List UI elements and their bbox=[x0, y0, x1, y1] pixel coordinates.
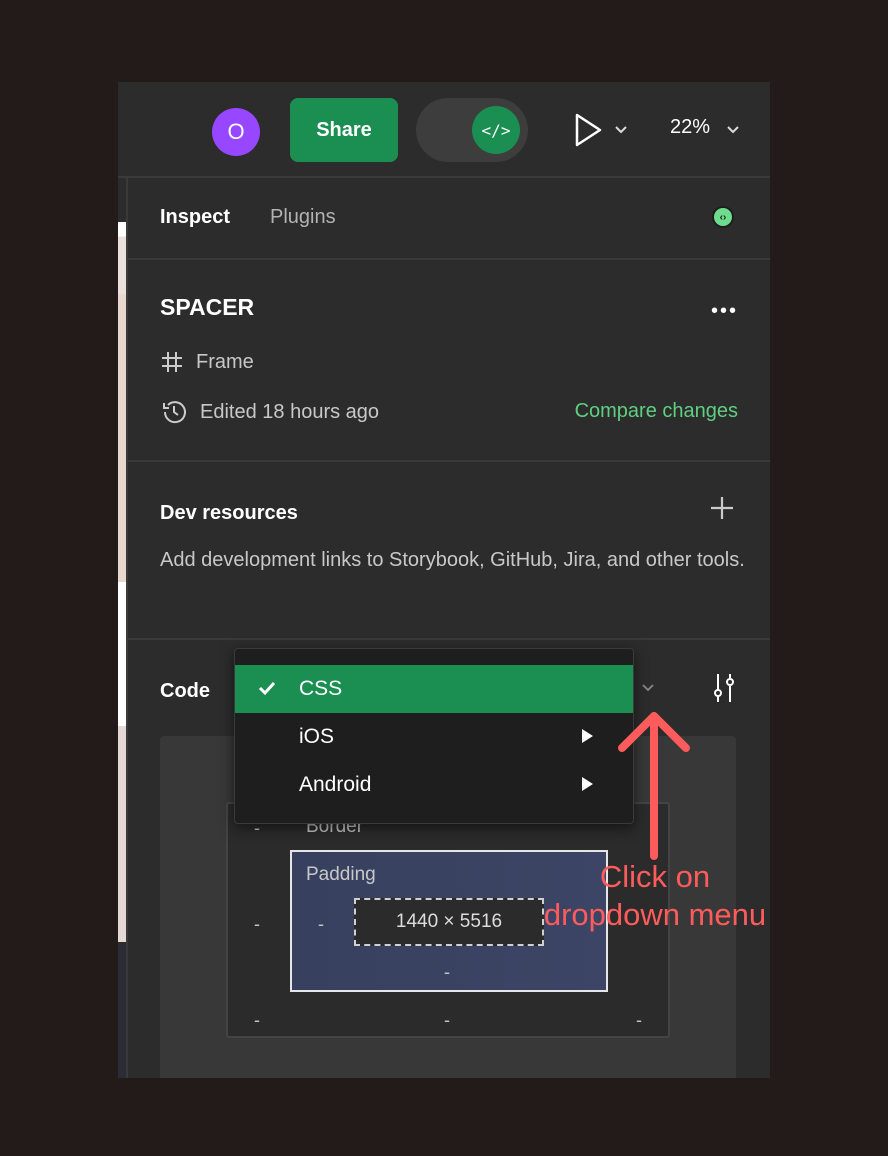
plus-icon[interactable] bbox=[710, 496, 734, 520]
dev-status-icon[interactable]: ‹› bbox=[712, 206, 734, 228]
padding-label: Padding bbox=[306, 864, 376, 885]
content-box: 1440 × 5516 bbox=[354, 898, 544, 946]
layer-name: SPACER bbox=[160, 294, 255, 320]
code-title: Code bbox=[160, 680, 210, 702]
canvas-preview bbox=[118, 222, 126, 942]
layer-section: SPACER ••• Frame Edited 18 hours ago Com… bbox=[128, 260, 770, 462]
compare-changes-link[interactable]: Compare changes bbox=[575, 400, 738, 423]
dev-mode-toggle[interactable]: </> bbox=[416, 98, 528, 162]
edited-label: Edited 18 hours ago bbox=[200, 400, 380, 423]
panel-tabs: Inspect Plugins ‹› bbox=[128, 178, 770, 260]
padding-left-value: - bbox=[318, 914, 324, 934]
top-toolbar: O Share </> 22% bbox=[118, 82, 770, 178]
avatar-initial: O bbox=[227, 119, 245, 144]
history-icon bbox=[163, 401, 186, 424]
edited-row: Edited 18 hours ago bbox=[160, 398, 379, 426]
dev-resources-section: Dev resources Add development links to S… bbox=[128, 462, 770, 640]
tab-inspect[interactable]: Inspect bbox=[160, 206, 230, 229]
code-icon: </> bbox=[472, 106, 520, 154]
present-chevron-down-icon[interactable] bbox=[614, 125, 628, 135]
canvas-preview-dark bbox=[118, 944, 126, 1078]
user-avatar[interactable]: O bbox=[212, 108, 260, 156]
layer-type-row: Frame bbox=[160, 350, 254, 374]
check-icon bbox=[258, 681, 276, 696]
menu-item-ios[interactable]: iOS bbox=[235, 713, 633, 761]
border-bottom-value: - bbox=[444, 1010, 450, 1030]
border-left-value: - bbox=[254, 914, 260, 934]
inspect-panel: Inspect Plugins ‹› SPACER ••• Frame Edit… bbox=[128, 178, 770, 1078]
border-bottom-left-value: - bbox=[254, 1010, 260, 1030]
settings-sliders-icon[interactable] bbox=[710, 672, 738, 704]
menu-item-android[interactable]: Android bbox=[235, 761, 633, 809]
submenu-arrow-icon bbox=[582, 729, 593, 743]
code-glyph: </> bbox=[481, 120, 511, 140]
dev-resources-description: Add development links to Storybook, GitH… bbox=[160, 549, 745, 571]
more-icon[interactable]: ••• bbox=[711, 300, 738, 323]
language-menu: CSS iOS Android bbox=[234, 648, 634, 824]
zoom-chevron-down-icon[interactable] bbox=[726, 125, 740, 135]
dev-resources-title: Dev resources bbox=[160, 502, 298, 524]
annotation-line-1: Click on bbox=[599, 859, 711, 894]
share-button[interactable]: Share bbox=[290, 98, 398, 162]
submenu-arrow-icon bbox=[582, 777, 593, 791]
padding-bottom-value: - bbox=[444, 962, 450, 982]
frame-icon bbox=[162, 352, 182, 372]
menu-item-label: CSS bbox=[299, 677, 343, 700]
chevron-down-icon bbox=[642, 683, 654, 691]
play-icon[interactable] bbox=[574, 112, 604, 148]
annotation-line-2: dropdown menu bbox=[543, 897, 767, 932]
annotation-text: Click on dropdown menu bbox=[530, 858, 780, 934]
border-bottom-right-value: - bbox=[636, 1010, 642, 1030]
menu-item-css[interactable]: CSS bbox=[235, 665, 633, 713]
tab-plugins[interactable]: Plugins bbox=[270, 206, 336, 229]
content-size: 1440 × 5516 bbox=[395, 911, 503, 932]
zoom-level[interactable]: 22% bbox=[670, 116, 710, 139]
menu-item-label: Android bbox=[299, 773, 372, 796]
layer-type-label: Frame bbox=[196, 350, 254, 373]
menu-item-label: iOS bbox=[299, 725, 335, 748]
